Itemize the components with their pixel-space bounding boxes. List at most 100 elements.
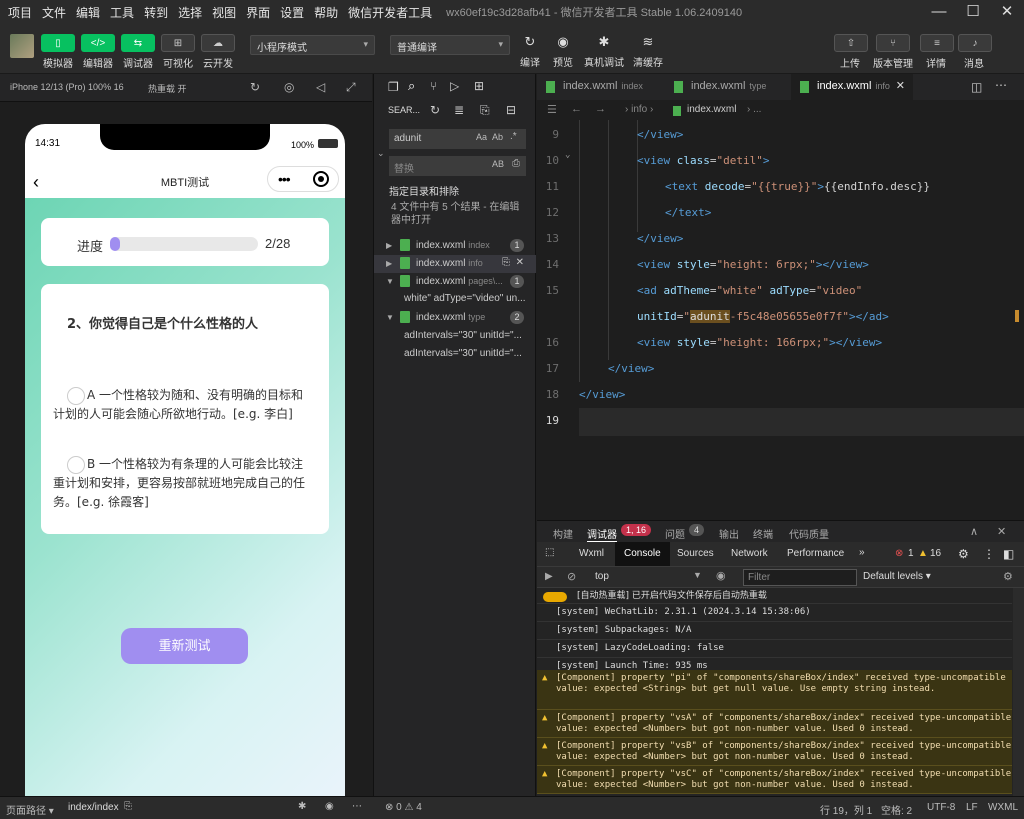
tab-console[interactable]: Console <box>615 542 670 566</box>
scope-toggle[interactable]: 指定目录和排除 <box>389 183 459 198</box>
line-ending[interactable]: LF <box>966 802 978 813</box>
real-debug-button[interactable]: ✱ 真机调试 <box>582 34 626 69</box>
copy-icon[interactable]: ⎘ <box>124 801 132 812</box>
tab-terminal[interactable]: 终端 <box>753 526 773 541</box>
visual-button[interactable]: ⊞ 可视化 <box>160 34 196 70</box>
clear-console-icon[interactable]: ⊘ <box>567 570 576 583</box>
more-actions-icon[interactable]: ⋯ <box>995 78 1007 92</box>
settings-icon[interactable]: ⚙ <box>958 547 969 561</box>
tab-index-info[interactable]: index.wxml info ✕ <box>791 74 913 100</box>
compile-button[interactable]: ↻ 编译 <box>515 34 545 69</box>
cursor-position[interactable]: 行 19，列 1 <box>820 802 872 817</box>
problems-indicator[interactable]: ⊗ 0 ⚠ 4 <box>385 802 422 813</box>
live-expression-icon[interactable]: ◉ <box>716 569 726 582</box>
preserve-case-icon[interactable]: AB <box>492 159 504 169</box>
search-input[interactable]: adunit <box>389 129 526 149</box>
inspect-icon[interactable]: ⬚ <box>545 547 554 558</box>
collapse-panel-icon[interactable]: ∧ <box>970 525 978 538</box>
tab-index-type[interactable]: index.wxml type <box>665 74 791 100</box>
sidebar-toggle-icon[interactable]: ▶ <box>545 571 553 582</box>
files-icon[interactable]: ❐ <box>388 80 399 94</box>
preview-button[interactable]: ◉ 预览 <box>548 34 578 69</box>
compile-mode-select[interactable]: 普通编译 <box>390 35 510 55</box>
kebab-icon[interactable]: ⋮ <box>983 547 995 561</box>
more-tabs-icon[interactable]: » <box>859 547 865 558</box>
result-file-2[interactable]: ▶ index.wxml info ⎘ ✕ <box>374 255 536 273</box>
fold-icon[interactable]: ⌄ <box>565 150 570 160</box>
eye-status-icon[interactable]: ◉ <box>325 801 334 812</box>
code-editor[interactable]: 9 10 11 12 13 14 15 16 17 18 19 ⌄ </view… <box>537 120 1024 520</box>
retest-button[interactable]: 重新测试 <box>121 628 248 664</box>
console-settings-icon[interactable]: ⚙ <box>1003 570 1013 583</box>
back-arrow-icon[interactable]: ← <box>571 103 582 115</box>
editor-button[interactable]: </> 编辑器 <box>80 34 116 70</box>
menu-settings[interactable]: 设置 <box>280 4 304 21</box>
nav-icon[interactable]: ☰ <box>547 103 557 116</box>
menu-wechat-devtools[interactable]: 微信开发者工具 <box>348 4 432 21</box>
sound-icon[interactable]: ◁ <box>316 80 325 94</box>
breadcrumb-folder[interactable]: › info › <box>625 104 653 115</box>
error-count[interactable]: 1 <box>908 548 914 559</box>
bug-status-icon[interactable]: ✱ <box>298 801 306 812</box>
split-editor-icon[interactable]: ◫ <box>971 80 982 94</box>
cloud-button[interactable]: ☁ 云开发 <box>200 34 236 70</box>
menu-help[interactable]: 帮助 <box>314 4 338 21</box>
encoding[interactable]: UTF-8 <box>927 802 955 813</box>
match-case-icon[interactable]: Aa <box>476 132 487 142</box>
maximize-icon[interactable]: ☐ <box>956 0 990 24</box>
tab-network[interactable]: Network <box>731 548 768 559</box>
close-icon[interactable]: ✕ <box>990 0 1024 24</box>
simulator-button[interactable]: ▯ 模拟器 <box>40 34 76 70</box>
match-line-3[interactable]: adIntervals="30" unitId="... <box>404 348 536 359</box>
result-file-3[interactable]: ▼ index.wxml pages\... 1 <box>374 273 536 291</box>
regex-icon[interactable]: .* <box>510 131 517 142</box>
menu-goto[interactable]: 转到 <box>144 4 168 21</box>
rotate-icon[interactable]: ↻ <box>250 80 260 94</box>
forward-arrow-icon[interactable]: → <box>595 103 606 115</box>
capsule-menu[interactable]: ••• <box>267 166 339 192</box>
result-file-1[interactable]: ▶ index.wxml index 1 <box>374 237 536 255</box>
replace-file-icon[interactable]: ⎘ <box>502 257 510 268</box>
hot-reload-toggle[interactable]: 热重载 开 <box>148 82 187 95</box>
result-file-4[interactable]: ▼ index.wxml type 2 <box>374 309 536 327</box>
fullscreen-icon[interactable]: ⤢ <box>346 80 356 95</box>
refresh-search-icon[interactable]: ↻ <box>430 103 440 117</box>
breadcrumb-symbol[interactable]: › ... <box>747 104 761 115</box>
replace-all-icon[interactable]: ⎙ <box>512 158 520 169</box>
git-icon[interactable]: ⑂ <box>430 79 437 93</box>
option-b[interactable]: B 一个性格较为有条理的人可能会比较注重计划和安排，更容易按部就班地完成自己的任… <box>53 455 315 512</box>
radio-b[interactable] <box>67 455 85 474</box>
indentation[interactable]: 空格: 2 <box>881 802 912 817</box>
menu-interface[interactable]: 界面 <box>246 4 270 21</box>
version-button[interactable]: ⑂ 版本管理 <box>870 34 916 70</box>
upload-button[interactable]: ⇧ 上传 <box>834 34 868 70</box>
record-icon[interactable]: ◎ <box>284 80 294 94</box>
more-status-icon[interactable]: ⋯ <box>352 801 362 812</box>
tab-performance[interactable]: Performance <box>787 548 844 559</box>
filter-input[interactable]: Filter <box>743 569 857 586</box>
whole-word-icon[interactable]: Ab <box>492 132 503 142</box>
breadcrumb-file[interactable]: index.wxml <box>687 104 736 115</box>
tab-code-quality[interactable]: 代码质量 <box>789 526 829 541</box>
close-panel-icon[interactable]: ✕ <box>997 525 1006 538</box>
tab-debugger[interactable]: 调试器 <box>587 526 617 542</box>
clear-cache-button[interactable]: ≋ 清缓存 <box>630 34 666 69</box>
debug-side-icon[interactable]: ▷ <box>450 79 459 93</box>
new-search-icon[interactable]: ⎘ <box>480 103 490 118</box>
dock-icon[interactable]: ◧ <box>1003 547 1014 561</box>
tab-sources[interactable]: Sources <box>677 548 714 559</box>
log-levels-select[interactable]: Default levels ▾ <box>863 571 931 582</box>
search-icon[interactable]: ⌕ <box>408 78 415 94</box>
tab-output[interactable]: 输出 <box>719 526 739 541</box>
mode-select[interactable]: 小程序模式 <box>250 35 375 55</box>
match-line-2[interactable]: adIntervals="30" unitId="... <box>404 330 536 341</box>
menu-edit[interactable]: 编辑 <box>76 4 100 21</box>
tab-build[interactable]: 构建 <box>553 526 573 541</box>
messages-button[interactable]: ♪ 消息 <box>958 34 992 70</box>
search-summary[interactable]: 4 文件中有 5 个结果 - 在编辑器中打开 <box>391 201 523 227</box>
page-path-select[interactable]: 页面路径 ▾ <box>6 802 54 817</box>
device-select[interactable]: iPhone 12/13 (Pro) 100% 16 <box>10 82 124 92</box>
language-mode[interactable]: WXML <box>988 802 1018 813</box>
match-line-1[interactable]: white" adType="video" un... <box>404 293 536 304</box>
menu-tools[interactable]: 工具 <box>110 4 134 21</box>
